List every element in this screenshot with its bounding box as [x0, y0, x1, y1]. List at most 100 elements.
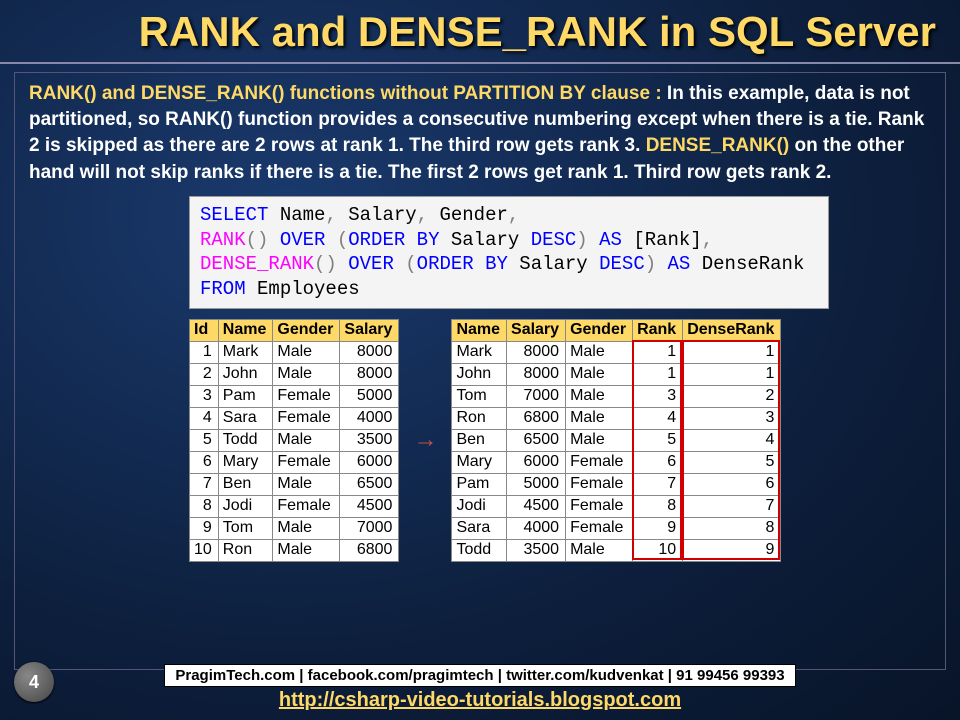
sql-txt: DenseRank: [690, 253, 804, 275]
table-row: Pam5000Female76: [452, 473, 781, 495]
sql-kw: OVER: [268, 229, 336, 251]
cell: Male: [273, 539, 340, 561]
cell: 4: [190, 407, 219, 429]
cell: Male: [566, 385, 633, 407]
sql-punc: ,: [508, 204, 519, 226]
sql-kw: DESC: [599, 253, 645, 275]
cell: 6: [683, 473, 781, 495]
table-row: Mark8000Male11: [452, 341, 781, 363]
result-wrap: Name Salary Gender Rank DenseRank Mark80…: [451, 319, 781, 562]
th-salary: Salary: [507, 319, 566, 341]
cell: Ben: [452, 429, 507, 451]
table-row: Sara4000Female98: [452, 517, 781, 539]
table-row: 7BenMale6500: [190, 473, 399, 495]
cell: 1: [683, 363, 781, 385]
cell: 7: [633, 473, 683, 495]
sql-kw: FROM: [200, 278, 246, 300]
cell: Ron: [452, 407, 507, 429]
sql-txt: Name: [268, 204, 325, 226]
cell: 6800: [340, 539, 399, 561]
cell: 7000: [507, 385, 566, 407]
th-name: Name: [218, 319, 273, 341]
cell: Female: [273, 407, 340, 429]
cell: 5000: [340, 385, 399, 407]
cell: 4000: [507, 517, 566, 539]
sql-txt: Salary: [337, 204, 417, 226]
sql-punc: ,: [417, 204, 428, 226]
footer-links: PragimTech.com | facebook.com/pragimtech…: [164, 664, 795, 687]
cell: 3500: [507, 539, 566, 561]
cell: Female: [566, 517, 633, 539]
cell: 10: [633, 539, 683, 561]
cell: 7: [683, 495, 781, 517]
cell: Tom: [218, 517, 273, 539]
cell: 4500: [340, 495, 399, 517]
sql-kw: ORDER BY: [348, 229, 439, 251]
footer-url[interactable]: http://csharp-video-tutorials.blogspot.c…: [0, 689, 960, 712]
source-table: Id Name Gender Salary 1MarkMale80002John…: [189, 319, 399, 562]
sql-kw: OVER: [337, 253, 405, 275]
cell: Sara: [218, 407, 273, 429]
table-row: Ben6500Male54: [452, 429, 781, 451]
cell: Male: [566, 341, 633, 363]
sql-kw: SELECT: [200, 204, 268, 226]
table-row: 3PamFemale5000: [190, 385, 399, 407]
table-row: Ron6800Male43: [452, 407, 781, 429]
cell: 2: [190, 363, 219, 385]
cell: John: [452, 363, 507, 385]
cell: 4000: [340, 407, 399, 429]
th-rank: Rank: [633, 319, 683, 341]
cell: Male: [566, 429, 633, 451]
cell: John: [218, 363, 273, 385]
result-table: Name Salary Gender Rank DenseRank Mark80…: [451, 319, 781, 562]
table-row: 4SaraFemale4000: [190, 407, 399, 429]
sql-fn: DENSE_RANK: [200, 253, 314, 275]
cell: 1: [633, 341, 683, 363]
cell: Todd: [218, 429, 273, 451]
cell: Pam: [452, 473, 507, 495]
cell: 6500: [507, 429, 566, 451]
cell: Ron: [218, 539, 273, 561]
th-gender: Gender: [273, 319, 340, 341]
cell: 1: [683, 341, 781, 363]
cell: 9: [190, 517, 219, 539]
cell: 8: [190, 495, 219, 517]
intro-highlight-2: DENSE_RANK(): [646, 135, 790, 156]
cell: 8: [633, 495, 683, 517]
cell: Female: [566, 451, 633, 473]
cell: 3: [190, 385, 219, 407]
cell: Mary: [218, 451, 273, 473]
footer: PragimTech.com | facebook.com/pragimtech…: [0, 664, 960, 712]
th-gender: Gender: [566, 319, 633, 341]
cell: 3: [633, 385, 683, 407]
sql-txt: [Rank]: [622, 229, 702, 251]
cell: Pam: [218, 385, 273, 407]
th-denserank: DenseRank: [683, 319, 781, 341]
cell: 8000: [507, 341, 566, 363]
cell: Female: [273, 495, 340, 517]
cell: 3500: [340, 429, 399, 451]
cell: Mary: [452, 451, 507, 473]
cell: 10: [190, 539, 219, 561]
table-row: Mary6000Female65: [452, 451, 781, 473]
table-row: 2JohnMale8000: [190, 363, 399, 385]
cell: Mark: [218, 341, 273, 363]
table-row: Jodi4500Female87: [452, 495, 781, 517]
cell: Jodi: [218, 495, 273, 517]
sql-kw: AS: [588, 229, 622, 251]
sql-fn: RANK: [200, 229, 246, 251]
sql-punc: (): [246, 229, 269, 251]
cell: Female: [273, 385, 340, 407]
sql-txt: Salary: [439, 229, 530, 251]
cell: 9: [633, 517, 683, 539]
cell: Female: [566, 473, 633, 495]
cell: 6: [633, 451, 683, 473]
cell: 5000: [507, 473, 566, 495]
sql-punc: ,: [702, 229, 713, 251]
cell: 6: [190, 451, 219, 473]
content-panel: RANK() and DENSE_RANK() functions withou…: [14, 72, 946, 670]
cell: Male: [273, 473, 340, 495]
table-row: Tom7000Male32: [452, 385, 781, 407]
sql-punc: (): [314, 253, 337, 275]
sql-punc: ): [645, 253, 656, 275]
